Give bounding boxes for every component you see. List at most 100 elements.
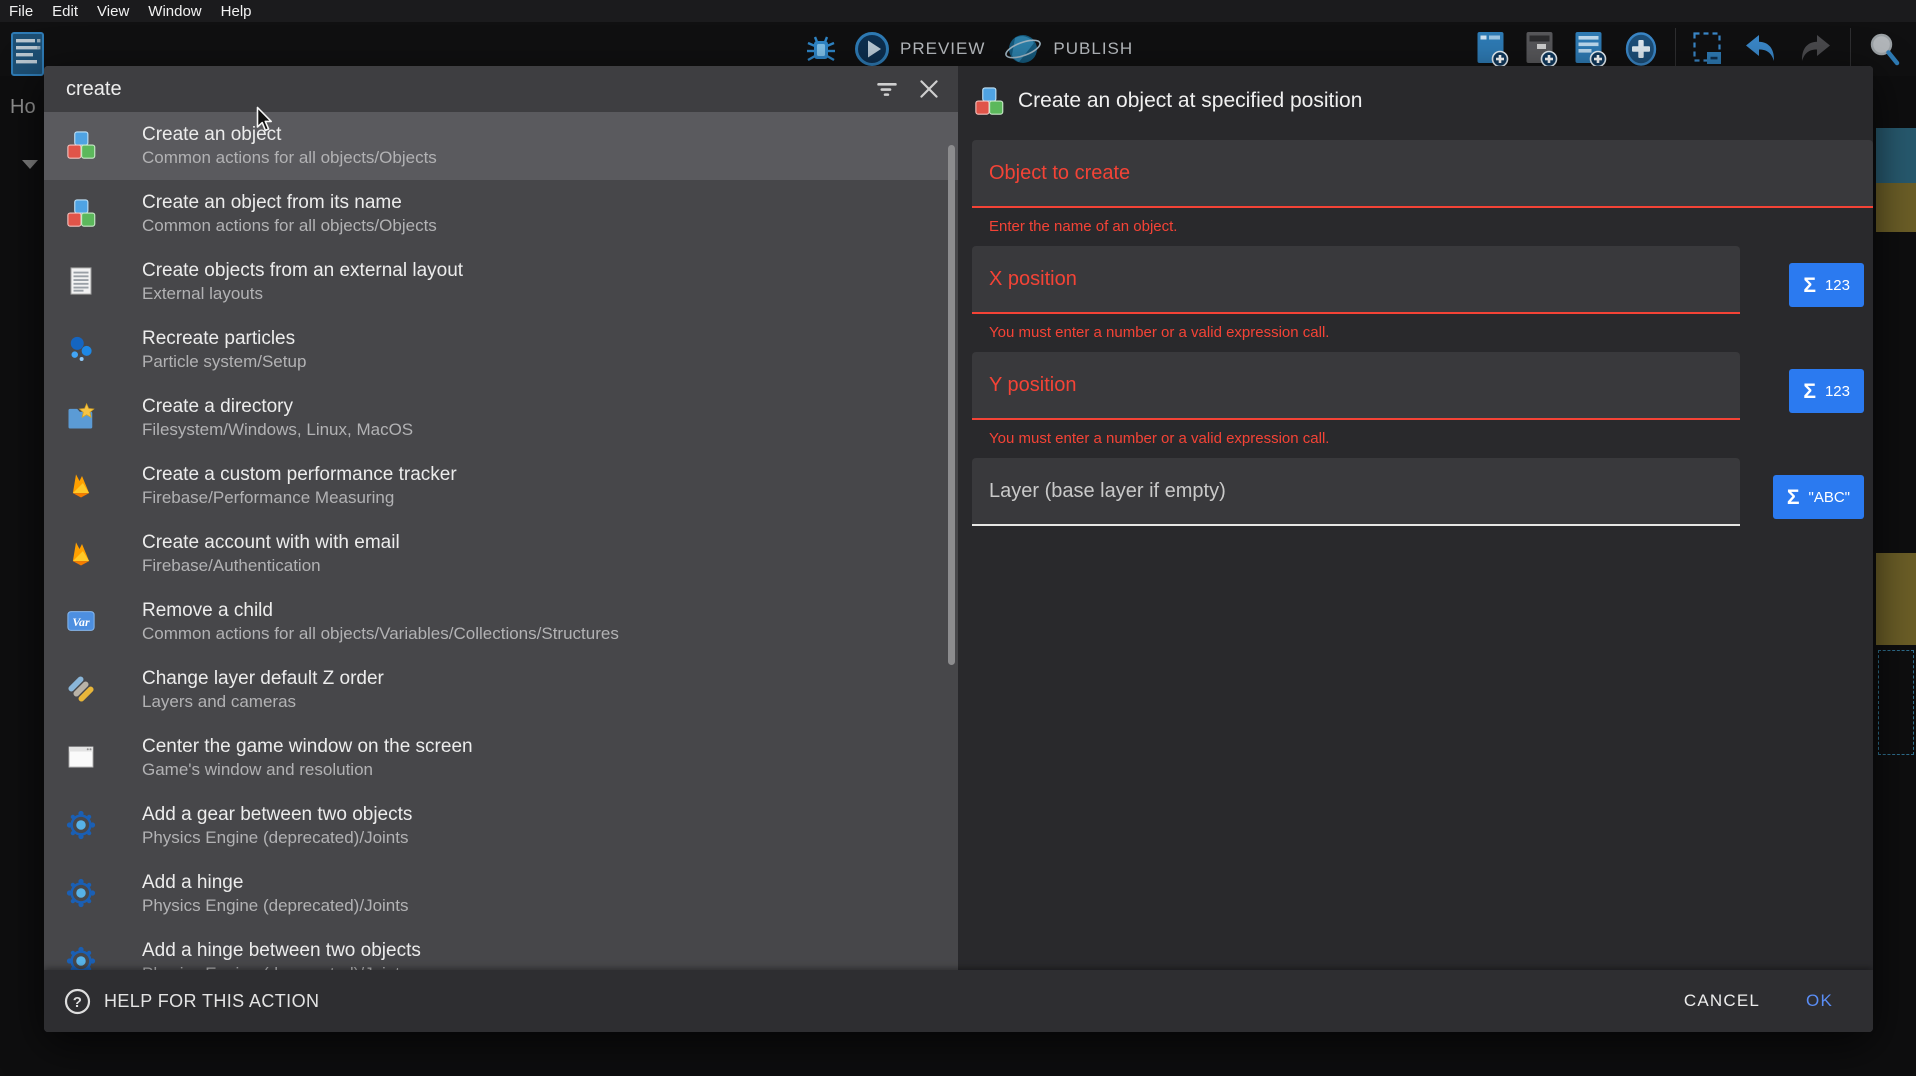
filter-button[interactable] — [874, 76, 900, 102]
field-helper-text: You must enter a number or a valid expre… — [989, 322, 1873, 344]
undo-button[interactable] — [1742, 33, 1780, 65]
background-dashed-selection — [1878, 650, 1914, 755]
y-position-field-row: Y positionΣ123You must enter a number or… — [958, 352, 1873, 450]
action-item-text: Remove a child Common actions for all obj… — [142, 601, 619, 644]
action-list-item[interactable]: Add a hingePhysics Engine (deprecated)/J… — [44, 860, 958, 928]
add-external-events-button[interactable] — [1574, 30, 1607, 68]
y-position-expression-button[interactable]: Σ123 — [1789, 369, 1864, 413]
chevron-down-icon — [22, 160, 38, 169]
x-position-expression-button[interactable]: Σ123 — [1789, 263, 1864, 307]
y-position-input[interactable]: Y position — [972, 352, 1740, 420]
firebase-icon — [66, 538, 98, 570]
close-button[interactable] — [916, 76, 942, 102]
action-item-group: External layouts — [142, 285, 463, 304]
expression-type-label: 123 — [1825, 277, 1850, 294]
action-search-results: Create an object Common actions for all o… — [44, 112, 958, 970]
scrollbar-thumb[interactable] — [948, 145, 955, 665]
redo-button[interactable] — [1796, 33, 1834, 65]
action-list-item[interactable]: Create an object Common actions for all o… — [44, 112, 958, 180]
add-external-layout-icon — [1525, 30, 1558, 68]
action-list-item[interactable]: Create account with with email Firebase/A… — [44, 520, 958, 588]
action-editor-header: Create an object at specified position — [974, 86, 1362, 116]
add-external-layout-button[interactable] — [1525, 30, 1558, 68]
object-to-create-input[interactable]: Object to create — [972, 140, 1873, 208]
folder-star-icon — [66, 402, 98, 434]
search-button[interactable] — [1867, 31, 1901, 67]
toolbar-divider — [1850, 28, 1851, 70]
toolbar-divider — [1675, 28, 1676, 70]
debug-button[interactable] — [806, 33, 836, 65]
external-layout-icon — [66, 266, 98, 298]
action-item-group: Firebase/Authentication — [142, 557, 400, 576]
instruction-editor-dialog: create Create an object Common actions fo… — [44, 66, 1873, 1032]
sigma-icon: Σ — [1787, 487, 1800, 508]
project-manager-button[interactable] — [10, 30, 48, 81]
publish-label: PUBLISH — [1053, 39, 1133, 59]
action-list-item[interactable]: Create an object from its nameCommon act… — [44, 180, 958, 248]
field-helper-text: Enter the name of an object. — [989, 216, 1873, 238]
ok-button[interactable]: OK — [1806, 991, 1833, 1011]
x-position-input[interactable]: X position — [972, 246, 1740, 314]
action-item-title: Add a hinge — [142, 873, 408, 894]
action-list-item[interactable]: Var Remove a child Common actions for all … — [44, 588, 958, 656]
action-list-item[interactable]: Create a directoryFilesystem/Windows, Li… — [44, 384, 958, 452]
action-search-input[interactable]: create — [66, 78, 122, 101]
filter-icon — [874, 76, 900, 102]
menu-item-edit[interactable]: Edit — [52, 3, 78, 20]
action-list-item[interactable]: Create a custom performance tracker Fireb… — [44, 452, 958, 520]
action-item-group: Firebase/Performance Measuring — [142, 489, 457, 508]
cancel-button[interactable]: CANCEL — [1684, 991, 1760, 1011]
particles-icon — [66, 334, 98, 366]
debug-icon — [806, 33, 836, 65]
dialog-footer: ? HELP FOR THIS ACTION CANCEL OK — [44, 970, 1873, 1032]
action-item-title: Remove a child — [142, 601, 619, 622]
add-object-button[interactable] — [1476, 30, 1509, 68]
menu-item-file[interactable]: File — [9, 3, 33, 20]
globe-icon — [1003, 31, 1043, 67]
objects-cubes-icon — [974, 86, 1004, 116]
action-item-group: Physics Engine (deprecated)/Joints — [142, 829, 412, 848]
action-item-title: Center the game window on the screen — [142, 737, 473, 758]
help-button[interactable]: ? HELP FOR THIS ACTION — [64, 988, 319, 1015]
svg-text:?: ? — [73, 994, 83, 1011]
svg-text:Var: Var — [72, 615, 90, 629]
layer-base-layer-if-empty-expression-button[interactable]: Σ"ABC" — [1773, 475, 1864, 519]
search-header-icons — [874, 76, 942, 102]
menu-item-help[interactable]: Help — [221, 3, 252, 20]
publish-button[interactable]: PUBLISH — [1003, 31, 1133, 67]
action-item-title: Create a directory — [142, 397, 413, 418]
action-list-item[interactable]: Recreate particlesParticle system/Setup — [44, 316, 958, 384]
action-list-item[interactable]: Center the game window on the screenGame… — [44, 724, 958, 792]
play-icon — [854, 31, 890, 67]
layer-base-layer-if-empty-input[interactable]: Layer (base layer if empty) — [972, 458, 1740, 526]
help-label: HELP FOR THIS ACTION — [104, 991, 319, 1012]
sigma-icon: Σ — [1803, 381, 1816, 402]
action-list-item[interactable]: Change layer default Z orderLayers and c… — [44, 656, 958, 724]
layers-icon — [66, 674, 98, 706]
var-icon: Var — [66, 606, 98, 638]
action-item-title: Create account with with email — [142, 533, 400, 554]
menu-item-window[interactable]: Window — [148, 3, 201, 20]
action-editor-title: Create an object at specified position — [1018, 89, 1362, 113]
action-list-item[interactable]: Add a gear between two objectsPhysics En… — [44, 792, 958, 860]
action-item-group: Common actions for all objects/Objects — [142, 149, 437, 168]
action-list-item[interactable]: Create objects from an external layout Ex… — [44, 248, 958, 316]
redo-icon — [1796, 33, 1834, 65]
action-item-title: Create a custom performance tracker — [142, 465, 457, 486]
background-block-olive-1 — [1876, 183, 1916, 232]
x-position-field-row: X position Σ123 You must enter a number or… — [958, 246, 1873, 344]
preview-button[interactable]: PREVIEW — [854, 31, 985, 67]
physics-icon — [66, 810, 98, 842]
background-block-olive-2 — [1876, 553, 1916, 645]
action-list-item[interactable]: Add a hinge between two objectsPhysics E… — [44, 928, 958, 970]
action-item-group: Particle system/Setup — [142, 353, 306, 372]
add-extension-button[interactable] — [1623, 31, 1659, 67]
menu-item-view[interactable]: View — [97, 3, 129, 20]
action-item-group: Common actions for all objects/Objects — [142, 217, 437, 236]
action-item-title: Change layer default Z order — [142, 669, 384, 690]
action-item-group: Common actions for all objects/Variables… — [142, 625, 619, 644]
paste-button[interactable] — [1692, 31, 1726, 67]
field-label: Y position — [989, 374, 1076, 397]
action-item-title: Create objects from an external layout — [142, 261, 463, 282]
action-item-title: Create an object — [142, 125, 437, 146]
